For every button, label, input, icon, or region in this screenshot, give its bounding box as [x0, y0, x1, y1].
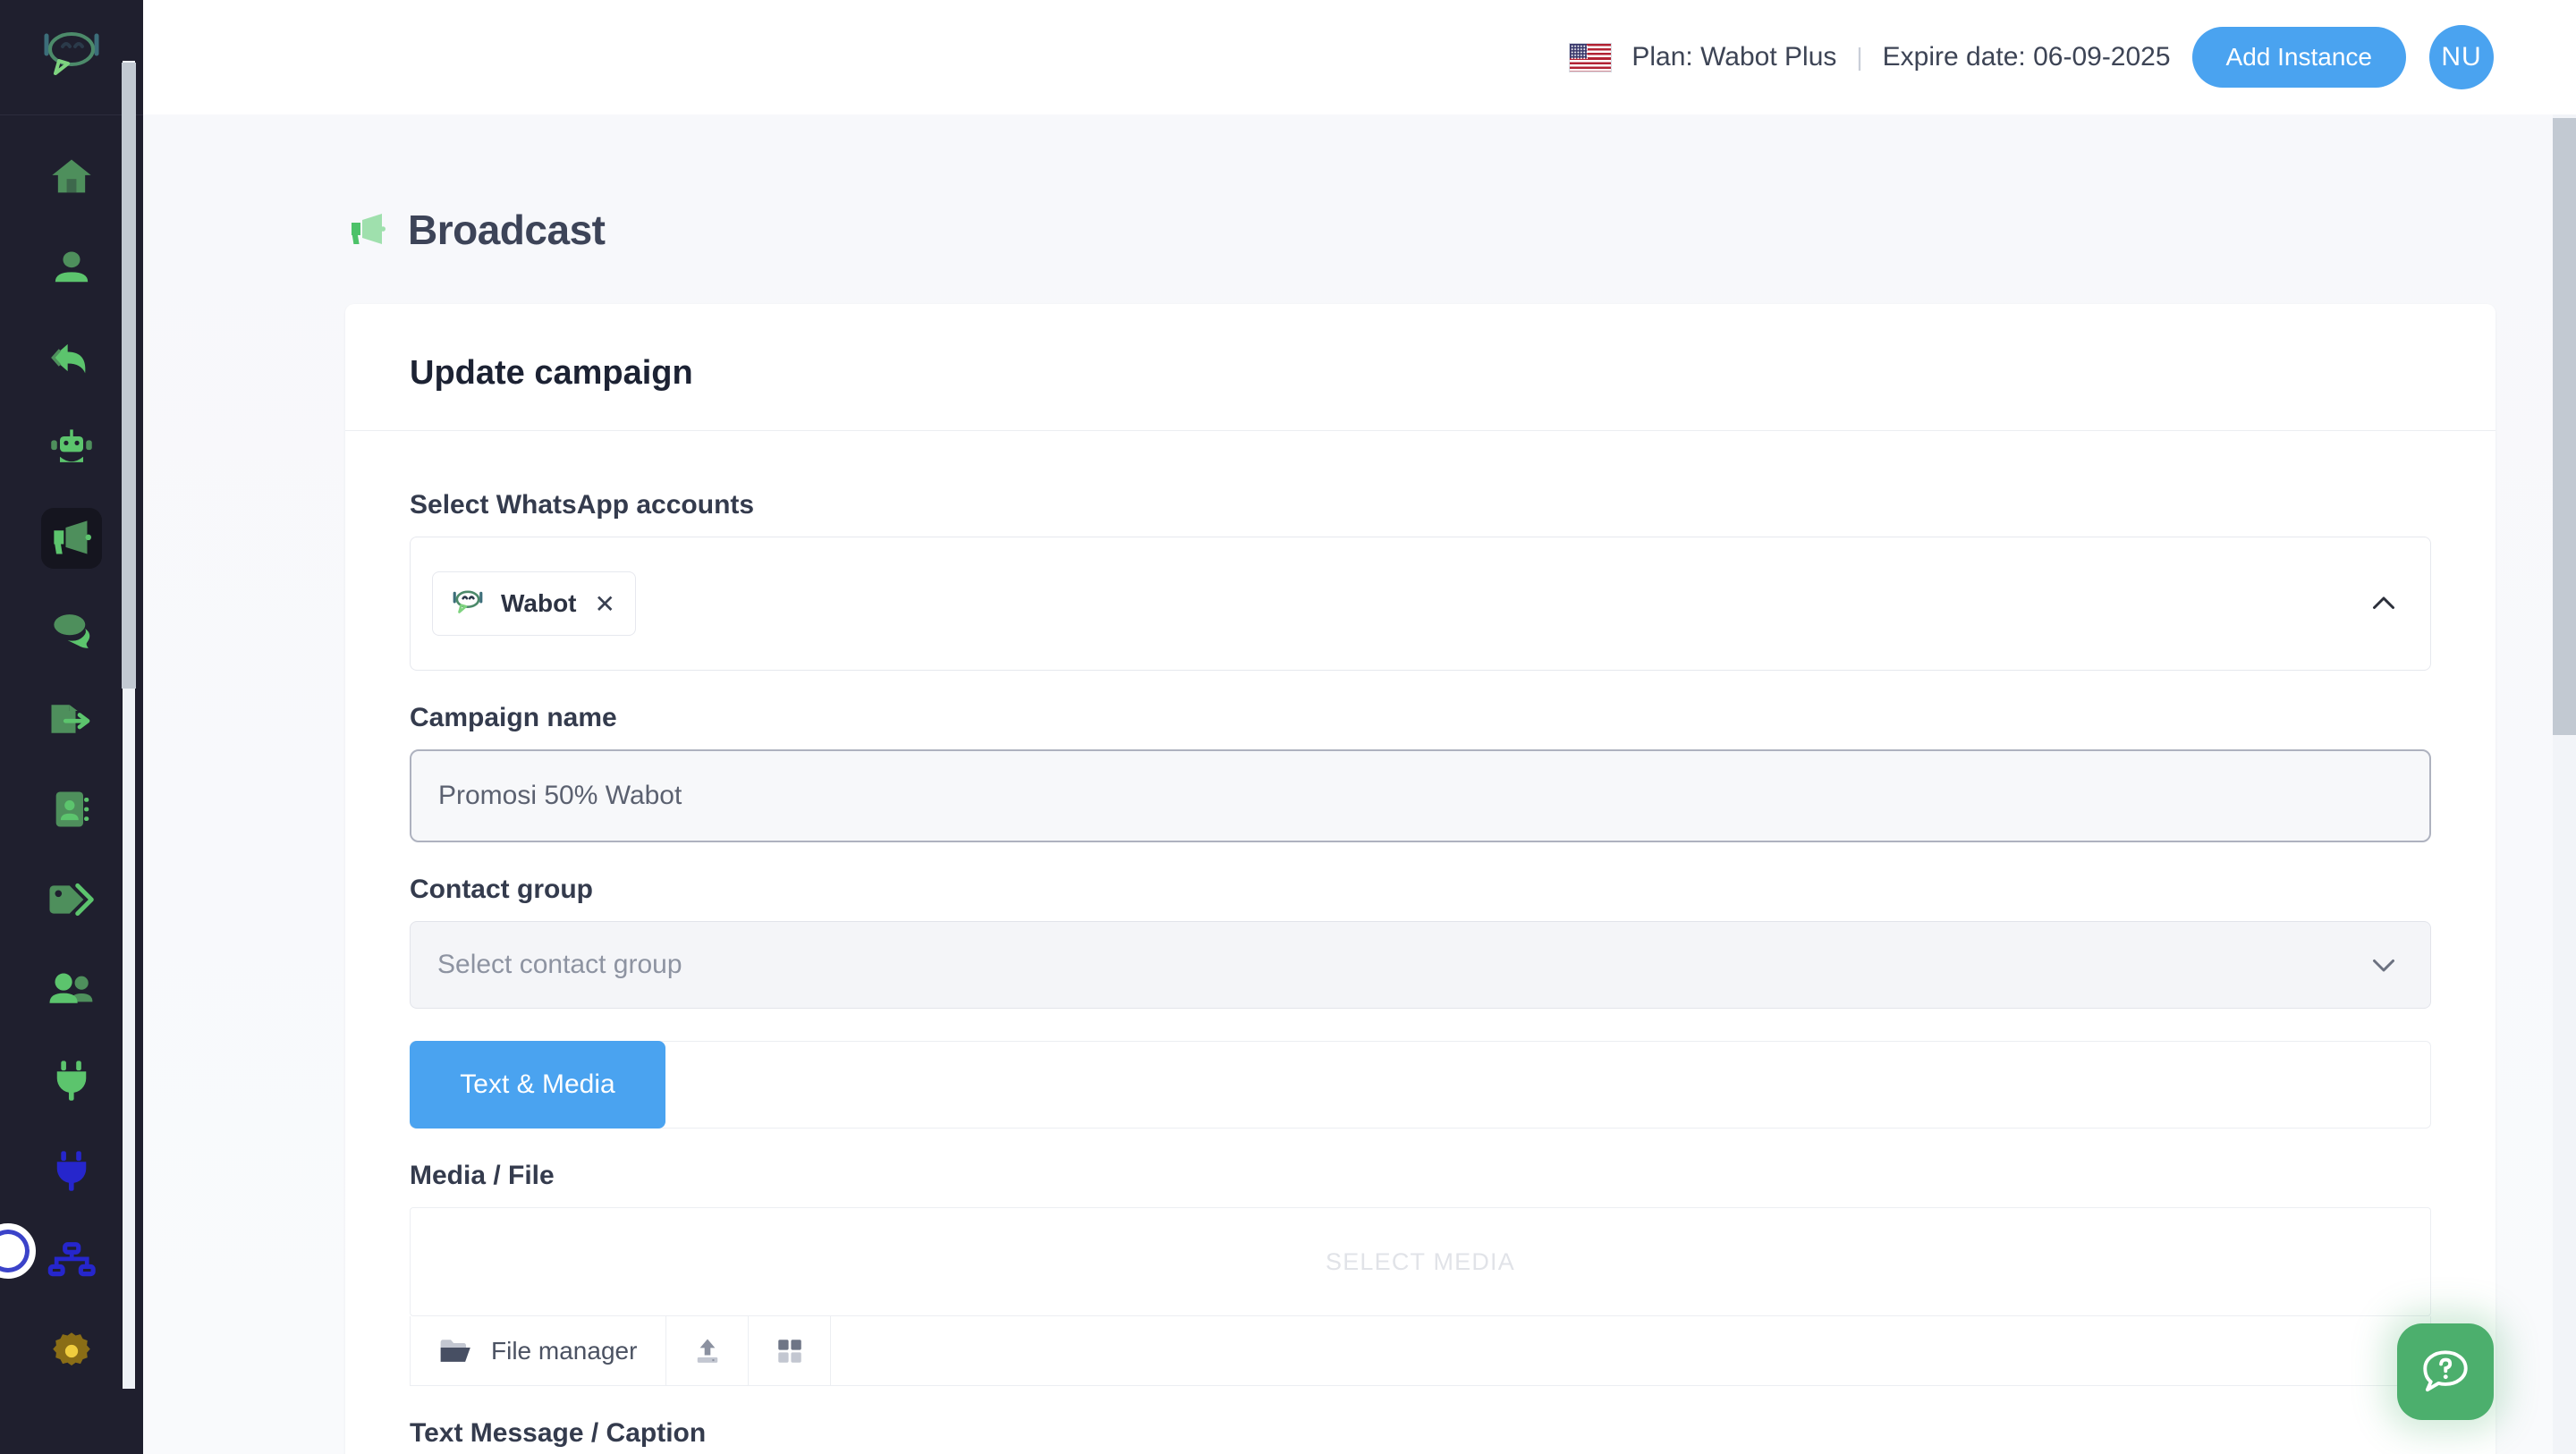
wabot-chat-logo-icon — [449, 585, 487, 622]
campaign-name-label: Campaign name — [410, 703, 617, 732]
page-title: Broadcast — [143, 114, 2576, 254]
upload-icon — [697, 1339, 718, 1363]
header-separator: | — [1856, 43, 1863, 71]
send-export-icon — [51, 704, 90, 733]
help-chat-button[interactable] — [2397, 1323, 2494, 1420]
user-icon — [55, 250, 89, 282]
sidebar-scrollbar-thumb[interactable] — [122, 63, 136, 689]
us-flag-icon[interactable] — [1569, 42, 1613, 72]
reply-arrow-icon — [51, 343, 86, 373]
media-toolbar: File manager — [410, 1316, 2431, 1386]
expire-date-label: Expire date: 06-09-2025 — [1882, 42, 2171, 72]
top-bar: Plan: Wabot Plus | Expire date: 06-09-20… — [143, 0, 2576, 114]
megaphone-icon — [352, 214, 386, 244]
upload-button[interactable] — [666, 1316, 750, 1385]
accounts-label: Select WhatsApp accounts — [410, 490, 755, 520]
app-root: Plan: Wabot Plus | Expire date: 06-09-20… — [0, 0, 2576, 1454]
sitemap-icon — [47, 1241, 96, 1276]
main-pane: Plan: Wabot Plus | Expire date: 06-09-20… — [143, 0, 2576, 1454]
whatsapp-accounts-select[interactable]: Wabot ✕ — [410, 537, 2431, 671]
account-chip-wabot[interactable]: Wabot ✕ — [432, 571, 636, 636]
campaign-name-input[interactable] — [410, 749, 2431, 842]
plug-blue-icon — [56, 1150, 87, 1191]
tab-text-and-media[interactable]: Text & Media — [410, 1041, 665, 1129]
home-icon — [52, 159, 91, 192]
users-group-icon — [49, 972, 93, 1003]
gear-icon — [53, 1331, 90, 1365]
card-body: Select WhatsApp accounts Wabot ✕ Campaig… — [345, 431, 2496, 1454]
plug-green-icon — [56, 1060, 87, 1101]
add-instance-button[interactable]: Add Instance — [2191, 27, 2406, 88]
chat-question-icon — [2423, 1350, 2468, 1392]
avatar[interactable]: NU — [2429, 25, 2494, 89]
contact-book-icon — [55, 791, 89, 826]
chevron-down-icon[interactable] — [2368, 949, 2400, 981]
card-header: Update campaign — [345, 304, 2496, 431]
page-scrollbar-thumb[interactable] — [2553, 118, 2576, 735]
contact-group-select[interactable]: Select contact group — [410, 921, 2431, 1009]
message-type-tabbar: Text & Media — [410, 1041, 2431, 1129]
chat-bubbles-icon — [54, 613, 90, 648]
media-dropzone[interactable]: SELECT MEDIA — [410, 1207, 2431, 1316]
caption-label: Text Message / Caption — [410, 1418, 707, 1448]
close-x-icon[interactable]: ✕ — [595, 589, 615, 619]
contact-group-label: Contact group — [410, 875, 593, 904]
content-area: Broadcast Update campaign Select WhatsAp… — [143, 114, 2576, 1454]
megaphone-icon — [54, 520, 92, 554]
page-title-text: Broadcast — [408, 207, 606, 253]
update-campaign-card: Update campaign Select WhatsApp accounts — [345, 304, 2496, 1454]
chevron-up-icon[interactable] — [2368, 588, 2400, 620]
sidebar — [0, 0, 143, 1454]
account-chip-label: Wabot — [501, 589, 577, 617]
contact-group-value: Select contact group — [437, 950, 682, 979]
media-label: Media / File — [410, 1161, 555, 1190]
card-heading: Update campaign — [410, 354, 693, 392]
grid-view-icon — [778, 1339, 801, 1363]
robot-icon — [51, 428, 92, 462]
plan-label: Plan: Wabot Plus — [1631, 42, 1837, 72]
grid-view-button[interactable] — [749, 1316, 832, 1385]
tag-icon — [49, 883, 94, 916]
file-manager-button[interactable]: File manager — [411, 1316, 667, 1385]
file-manager-label: File manager — [491, 1336, 638, 1365]
wabot-chat-logo-icon — [44, 32, 99, 75]
folder-open-icon — [440, 1339, 470, 1362]
